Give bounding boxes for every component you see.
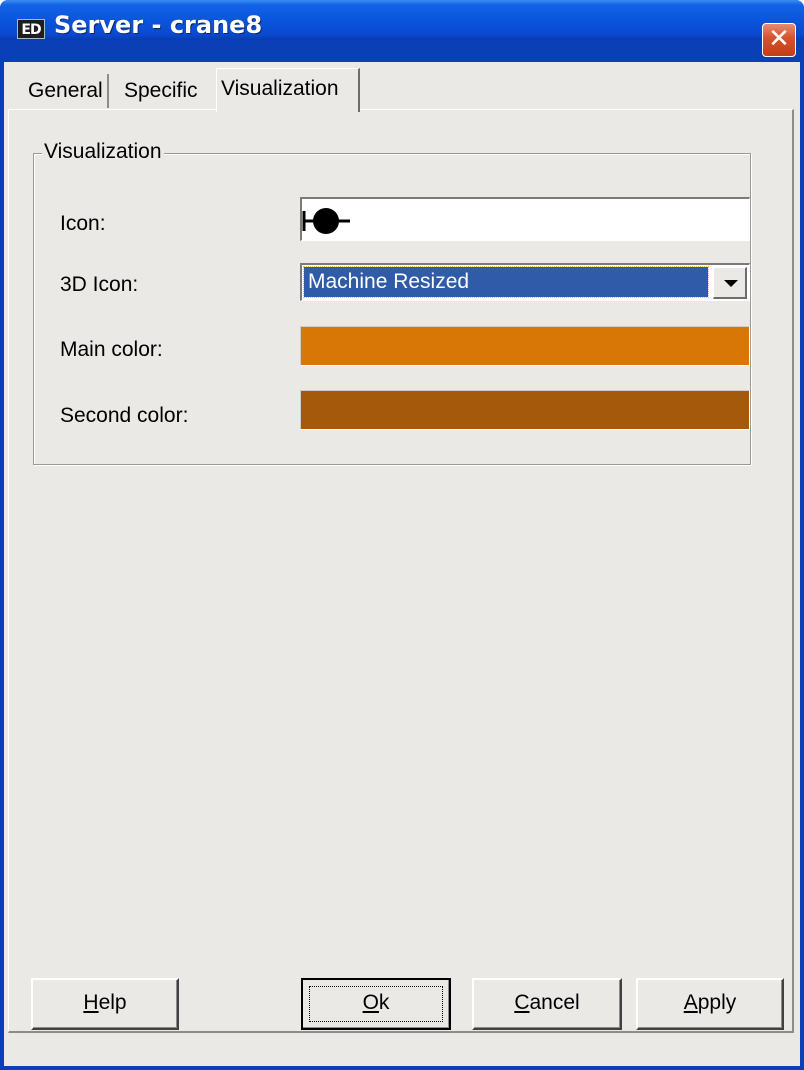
second-color-swatch[interactable] — [300, 390, 750, 430]
icon-field[interactable] — [300, 197, 750, 241]
3d-icon-select[interactable]: Machine Resized — [300, 263, 750, 301]
ok-button[interactable]: Ok — [301, 978, 451, 1030]
filled-circle-with-line-icon — [302, 208, 350, 234]
main-color-label: Main color: — [60, 338, 163, 361]
tab-specific[interactable]: Specific — [120, 74, 202, 108]
window-title: Server - crane8 — [54, 11, 263, 39]
main-color-swatch[interactable] — [300, 326, 750, 366]
apply-button[interactable]: Apply — [636, 978, 784, 1030]
icon-label: Icon: — [60, 212, 106, 235]
second-color-label: Second color: — [60, 404, 189, 427]
visualization-groupbox: Visualization Icon: 3D Icon: Machine Res… — [33, 140, 751, 465]
3d-icon-selected-value: Machine Resized — [303, 266, 709, 298]
cancel-button[interactable]: Cancel — [472, 978, 622, 1030]
3d-icon-label: 3D Icon: — [60, 273, 139, 296]
close-icon: ✕ — [768, 24, 790, 54]
dropdown-arrow-icon[interactable] — [713, 267, 747, 299]
title-bar[interactable]: ED Server - crane8 ✕ — [0, 0, 804, 57]
app-icon: ED — [17, 19, 45, 39]
tab-general[interactable]: General — [24, 74, 109, 108]
close-button[interactable]: ✕ — [762, 23, 796, 57]
dialog-window: ED Server - crane8 ✕ General Specific Vi… — [0, 0, 804, 1070]
focus-rectangle — [309, 986, 443, 1022]
dialog-client-area: General Specific Visualization Visualiza… — [4, 62, 800, 1066]
tab-strip: General Specific Visualization — [4, 62, 800, 112]
groupbox-legend: Visualization — [42, 140, 164, 164]
help-button[interactable]: Help — [31, 978, 179, 1030]
tab-visualization[interactable]: Visualization — [216, 68, 360, 112]
